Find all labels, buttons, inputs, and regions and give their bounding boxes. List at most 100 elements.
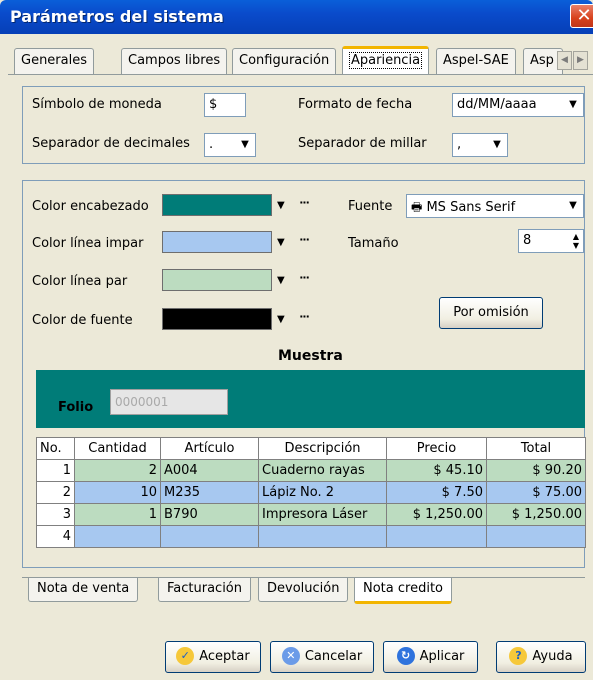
tab-label: Nota credito	[363, 581, 443, 596]
font-select[interactable]: 🖶 MS Sans Serif ▼	[406, 194, 584, 218]
tab-facturacion[interactable]: Facturación	[158, 578, 251, 602]
window-title: Parámetros del sistema	[10, 7, 224, 26]
tab-scroll-right-button[interactable]: ▶	[573, 51, 588, 70]
row-descripcion: Lápiz No. 2	[258, 481, 387, 504]
row-precio: $ 1,250.00	[386, 503, 487, 526]
size-value: 8	[523, 233, 532, 248]
date-format-select[interactable]: dd/MM/aaaa ▼	[452, 93, 584, 117]
tab-baseline	[8, 74, 593, 75]
spin-down-icon[interactable]: ▼	[573, 242, 579, 250]
row-articulo: M235	[160, 481, 259, 504]
decimal-separator-select[interactable]: . ▼	[204, 133, 256, 157]
col-total: Total	[486, 437, 586, 460]
col-no: No.	[36, 437, 75, 460]
accept-button[interactable]: ✓ Aceptar	[165, 641, 261, 673]
tab-nota-credito[interactable]: Nota credito	[354, 578, 452, 604]
cancel-button[interactable]: ✕ Cancelar	[270, 641, 374, 673]
tab-configuracion[interactable]: Configuración	[232, 48, 337, 74]
tab-scroll-left-button[interactable]: ◀	[557, 51, 572, 70]
sample-title: Muestra	[278, 348, 343, 364]
row-descripcion: Impresora Láser	[258, 503, 387, 526]
row-no: 3	[36, 503, 75, 526]
table-header-row: No. Cantidad Artículo Descripción Precio…	[36, 437, 586, 460]
tab-label: Facturación	[167, 581, 242, 596]
header-color-label: Color encabezado	[32, 199, 149, 214]
tab-aspel-sae[interactable]: Aspel-SAE	[436, 48, 516, 74]
thousands-separator-select[interactable]: , ▼	[452, 133, 508, 157]
tab-label: Devolución	[267, 581, 340, 596]
chevron-down-icon[interactable]: ▼	[277, 200, 285, 211]
folio-input: 0000001	[110, 389, 228, 415]
even-line-color-label: Color línea par	[32, 274, 128, 289]
tab-apariencia[interactable]: Apariencia	[342, 46, 430, 74]
col-descripcion: Descripción	[258, 437, 387, 460]
row-total: $ 90.20	[486, 459, 586, 482]
tab-nota-de-venta[interactable]: Nota de venta	[28, 578, 139, 602]
tab-label: Nota de venta	[37, 581, 130, 596]
header-color-swatch[interactable]	[162, 194, 272, 216]
even-line-color-swatch[interactable]	[162, 269, 272, 291]
tab-label: Asp	[530, 53, 554, 68]
sample-grid: No. Cantidad Artículo Descripción Precio…	[36, 437, 586, 548]
chevron-down-icon[interactable]: ▼	[277, 275, 285, 286]
title-bar: Parámetros del sistema ✕	[0, 0, 593, 34]
row-no: 1	[36, 459, 75, 482]
col-precio: Precio	[386, 437, 487, 460]
table-row: 2 10 M235 Lápiz No. 2 $ 7.50 $ 75.00	[36, 481, 586, 504]
default-button[interactable]: Por omisión	[439, 297, 543, 329]
close-button[interactable]: ✕	[570, 4, 593, 28]
apply-label: Aplicar	[419, 649, 465, 664]
apply-button[interactable]: ↻ Aplicar	[383, 641, 478, 673]
row-descripcion	[258, 525, 387, 548]
spin-up-icon[interactable]: ▲	[573, 233, 579, 241]
tab-label: Configuración	[239, 53, 330, 68]
odd-line-color-more-button[interactable]: ···	[294, 233, 314, 253]
tab-campos-libres[interactable]: Campos libres	[121, 48, 228, 74]
tab-label: Campos libres	[128, 53, 221, 68]
odd-line-color-swatch[interactable]	[162, 231, 272, 253]
row-articulo	[160, 525, 259, 548]
row-total: $ 75.00	[486, 481, 586, 504]
close-icon: ✕	[576, 5, 592, 26]
help-button[interactable]: ? Ayuda	[496, 641, 586, 673]
checkmark-icon: ✓	[176, 646, 195, 665]
even-line-color-more-button[interactable]: ···	[294, 271, 314, 291]
row-total: $ 1,250.00	[486, 503, 586, 526]
row-no: 2	[36, 481, 75, 504]
thousands-separator-value: ,	[457, 137, 462, 152]
row-cantidad: 10	[74, 481, 161, 504]
table-row: 1 2 A004 Cuaderno rayas $ 45.10 $ 90.20	[36, 459, 586, 482]
font-color-label: Color de fuente	[32, 313, 133, 328]
date-format-label: Formato de fecha	[298, 97, 413, 112]
currency-symbol-input[interactable]: $	[204, 93, 246, 117]
chevron-down-icon[interactable]: ▼	[277, 237, 285, 248]
chevron-left-icon: ◀	[561, 55, 568, 65]
font-color-more-button[interactable]: ···	[294, 310, 314, 330]
help-question-icon: ?	[509, 646, 528, 665]
decimal-separator-label: Separador de decimales	[32, 136, 190, 151]
row-cantidad	[74, 525, 161, 548]
tab-generales[interactable]: Generales	[14, 48, 95, 74]
font-value: MS Sans Serif	[426, 200, 516, 215]
accept-label: Aceptar	[199, 649, 250, 664]
system-parameters-window: Parámetros del sistema ✕ Generales Campo…	[0, 0, 593, 680]
printer-font-icon: 🖶	[411, 200, 423, 214]
font-color-swatch[interactable]	[162, 308, 272, 330]
row-total	[486, 525, 586, 548]
tab-devolucion[interactable]: Devolución	[258, 578, 349, 602]
thousands-separator-label: Separador de millar	[298, 136, 427, 151]
col-articulo: Artículo	[160, 437, 259, 460]
chevron-down-icon: ▼	[241, 139, 249, 150]
row-precio: $ 45.10	[386, 459, 487, 482]
chevron-down-icon[interactable]: ▼	[277, 314, 285, 325]
refresh-icon: ↻	[396, 646, 415, 665]
header-color-more-button[interactable]: ···	[294, 196, 314, 216]
date-format-value: dd/MM/aaaa	[457, 97, 537, 112]
tab-label: Aspel-SAE	[443, 53, 509, 68]
size-spinner[interactable]: 8 ▲ ▼	[518, 229, 584, 253]
tab-label: Apariencia	[349, 52, 423, 69]
size-label: Tamaño	[348, 236, 399, 251]
chevron-down-icon: ▼	[569, 99, 577, 110]
default-button-label: Por omisión	[453, 305, 529, 320]
font-label: Fuente	[348, 199, 393, 214]
